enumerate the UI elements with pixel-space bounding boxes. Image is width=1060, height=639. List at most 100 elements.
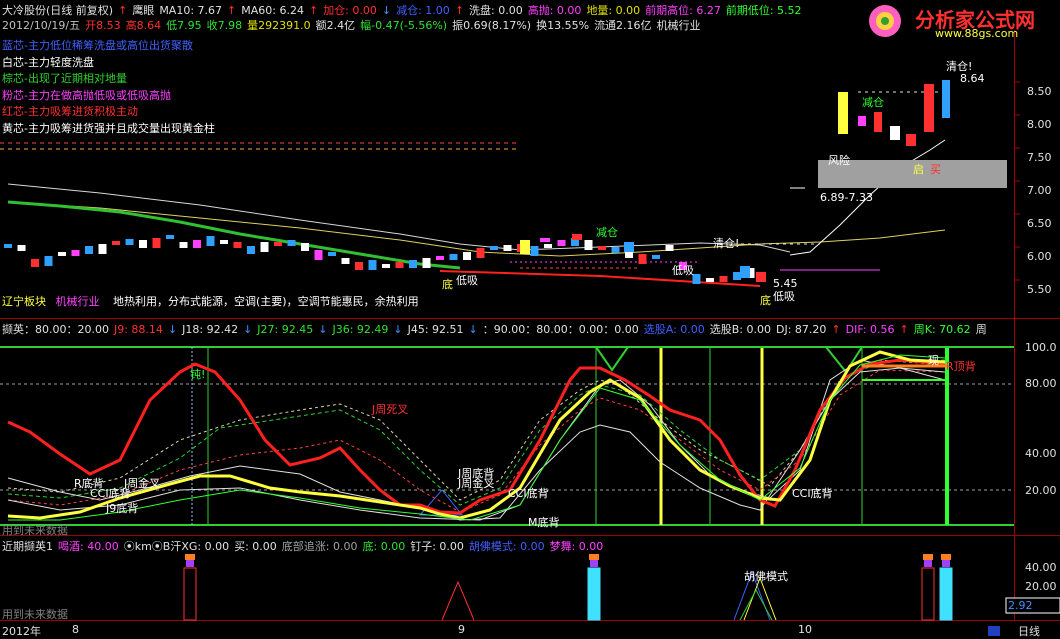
candle [98,244,107,254]
label-xian: 现 [928,354,939,367]
ind1-axis-100: 100.0 [1025,341,1057,354]
ind1.header-item: ↓ [468,323,478,336]
ind2.header-item: 底部追涨: 0.00 [281,540,358,553]
ind1.header-item: ↓ [167,323,178,336]
header-line-1: 大冷股份(日线 前复权) ↑ 鹰眼 MA10: 7.67 ↑ MA60: 6.24 ↑ 加仓:… [2,2,807,18]
candle [624,242,634,252]
ind1.header-item: J36: 92.49 [332,323,389,336]
label-hufo: 胡佛模式 [744,570,788,583]
header.line1-item: 加仓: 0.00 [323,4,377,17]
label-ccidibei-3: CCI底背 [792,487,833,500]
ind1.header-item: J45: 92.51 [407,323,464,336]
candle [858,116,866,126]
price-tick: 7.50 [1027,151,1052,164]
header.line1-item: MA10: 7.67 [159,4,223,17]
ind1.header-item: J9: 88.14 [113,323,163,336]
label-dun: 钝! [190,368,206,381]
candle [874,112,882,132]
label-jsicha: J周死叉 [372,403,409,416]
candle [756,272,766,282]
header.line1-item: ↓ [381,4,392,17]
label-rdingbei: R顶背 [946,360,976,373]
label-qingcang-2: 清仓! [713,237,740,250]
signal-cap [185,554,195,560]
signal-mark [186,560,194,567]
flower-icon [869,5,901,37]
label-jiancang-2: 减仓 [596,226,618,239]
header.line1-item: 高抛: 0.00 [527,4,582,17]
candle [71,250,80,256]
header.line1-item: 前期高位: 6.27 [645,4,721,17]
candle [890,126,900,140]
ind1.header-item: ：90.00：80.00：0.00：0.00 [482,323,639,336]
signal-bar [939,567,953,621]
candle [584,240,593,250]
candle [409,260,417,268]
header.line2-item: 流通2.16亿 [594,19,652,32]
candle [193,240,201,248]
ind2.header-item: 买: 0.00 [234,540,277,553]
label-jiancang-1: 减仓 [862,96,884,109]
header.line2-item: 额2.4亿 [315,19,356,32]
ind2-axis-20: 20.00 [1025,580,1057,593]
ind1.header-item: ↓ [318,323,328,336]
header.line2-item: 高8.64 [125,19,162,32]
label-dixi-3: 低吸 [773,290,795,303]
ind1-axis-20: 20.00 [1025,484,1057,497]
ind1.header-item: 周 [975,323,987,336]
indicator2-header: 近期撷英1 喝酒: 40.00 ⦿km⦿B汗XG: 0.00 买: 0.00 底部追涨:… [2,538,608,554]
candle [58,252,66,256]
ind2.header-item: 胡佛模式: 0.00 [468,540,545,553]
signal-mark [924,560,932,567]
axis-month-8: 8 [72,623,79,636]
axis-year: 2012年 [2,625,41,638]
candle [287,240,296,246]
label-jjincha-2: J周金叉 [458,477,495,490]
header.line1-item: ↑ [118,4,128,17]
candle [638,254,647,264]
header.line1-item: 洗盘: 0.00 [469,4,523,17]
signal-mark [942,560,950,567]
ind1.header-item: J18: 92.42 [182,323,239,336]
price-tick: 6.50 [1027,217,1052,230]
header.line2-item: 振0.69(8.17%) [452,19,532,32]
label-dixi-2: 低吸 [672,264,694,277]
signal-bar [183,567,197,621]
candle [247,246,255,254]
label-range: 6.89-7.33 [820,191,873,204]
candle [233,242,242,248]
candle [125,239,134,245]
ind1.header-item: DIF: 0.56 [845,323,895,336]
signal-cap [941,554,951,560]
label-di-2: 底 [760,294,771,307]
ind2.header-item: 钉子: 0.00 [410,540,464,553]
ind1.header-item: ↓ [393,323,403,336]
ind2.header-item: ⦿km⦿B汗XG: 0.00 [123,540,230,553]
candle [572,234,582,240]
candle [85,246,93,254]
candle [476,248,485,258]
candle [924,84,934,132]
ind1.header-item: 选股A: 0.00 [643,323,705,336]
axis-month-9: 9 [458,623,465,636]
label-ccidibei-1: CCI底背 [90,487,131,500]
label-jiao: 启 [913,163,924,176]
candle [719,276,728,282]
candle [503,245,512,251]
header.line1-item: ↑ [308,4,319,17]
candle [652,255,660,259]
price-tick: 6.00 [1027,250,1052,263]
header.line1-item: 大冷股份(日线 前复权) [2,4,114,17]
header.line2-item: 低7.95 [166,19,202,32]
candle [706,278,714,282]
axis-month-10: 10 [798,623,812,636]
label-ccidibei-2: CCI底背 [508,487,549,500]
ind1.header-item: ↑ [831,323,841,336]
sector-concepts: 地热利用，分布式能源，空调(主要)，空调节能惠民，余热利用 [113,295,419,308]
legend-item: 白芯-主力轻度洗盘 [2,55,94,69]
candle [557,240,566,246]
candle [906,134,916,146]
candle [341,258,350,264]
candle [540,238,550,242]
period-selector[interactable]: 日线 [1018,623,1040,639]
